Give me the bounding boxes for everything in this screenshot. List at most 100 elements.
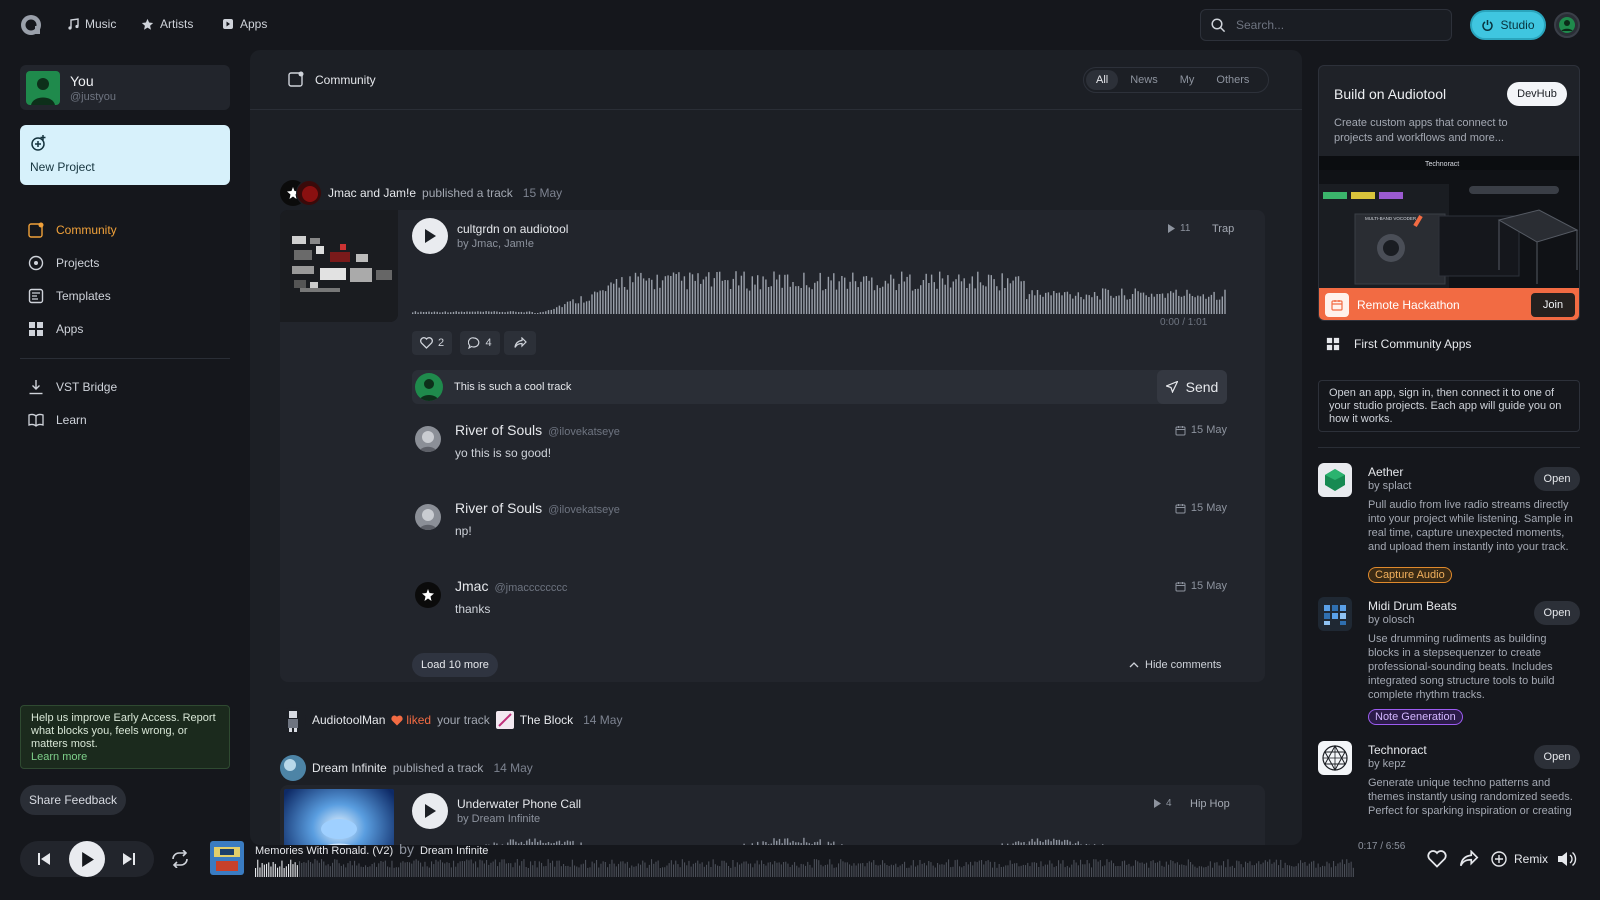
genre-tag[interactable]: Hip Hop (1190, 798, 1230, 810)
sidebar-item-templates[interactable]: Templates (28, 286, 111, 306)
liked-track-title[interactable]: The Block (520, 713, 573, 727)
waveform-bar (501, 859, 503, 877)
waveform-bar (903, 281, 906, 314)
now-playing-cover[interactable] (210, 841, 244, 875)
genre-tag[interactable]: Trap (1212, 223, 1234, 235)
track-thumb[interactable] (495, 711, 514, 729)
share-track-button[interactable] (1458, 848, 1480, 870)
waveform[interactable] (412, 837, 1227, 845)
waveform-bar (1163, 866, 1165, 877)
open-app-button[interactable]: Open (1534, 467, 1580, 491)
waveform-bar (855, 865, 857, 877)
player-waveform[interactable] (255, 859, 1410, 877)
comment-author[interactable]: River of Souls (455, 422, 542, 438)
track-artists[interactable]: by Dream Infinite (457, 813, 540, 825)
nav-apps[interactable]: Apps (222, 17, 267, 31)
waveform-bar (642, 860, 644, 877)
comment-handle: @ilovekatseye (548, 504, 620, 516)
waveform-bar (560, 866, 562, 877)
app-item-midi-drum-beats[interactable]: Midi Drum Beats by olosch Open Use drumm… (1318, 597, 1580, 727)
sidebar-item-community[interactable]: Community (28, 220, 117, 240)
volume-button[interactable] (1556, 849, 1578, 869)
waveform-bar (1033, 862, 1035, 877)
nav-music[interactable]: Music (67, 17, 116, 31)
waveform-bar (1216, 299, 1218, 314)
waveform-bar (926, 865, 928, 877)
previous-track-button[interactable] (36, 851, 52, 867)
open-app-button[interactable]: Open (1534, 745, 1580, 769)
track-cover[interactable] (284, 789, 394, 845)
nav-artists[interactable]: Artists (141, 17, 193, 31)
comment-author[interactable]: River of Souls (455, 500, 542, 516)
comment-author[interactable]: Jmac (455, 578, 488, 594)
waveform-bar (1143, 863, 1145, 877)
waveform-bar (607, 285, 609, 314)
app-item-technoract[interactable]: Technoract by kepz Open Generate unique … (1318, 741, 1580, 835)
next-track-button[interactable] (121, 851, 137, 867)
sidebar-item-learn[interactable]: Learn (28, 410, 87, 430)
load-more-button[interactable]: Load 10 more (412, 653, 498, 677)
devhub-button[interactable]: DevHub (1507, 82, 1567, 106)
share-button[interactable] (504, 331, 536, 355)
tab-my[interactable]: My (1170, 70, 1205, 90)
waveform-bar (569, 301, 571, 314)
waveform-bar (305, 862, 307, 877)
waveform-bar (893, 865, 895, 877)
like-button[interactable]: 2 (412, 331, 452, 355)
new-project-button[interactable]: New Project (20, 125, 230, 185)
waveform[interactable] (412, 262, 1227, 314)
studio-button[interactable]: Studio (1470, 10, 1546, 40)
hide-comments-button[interactable]: Hide comments (1129, 659, 1221, 671)
avatar[interactable] (280, 755, 306, 781)
tab-others[interactable]: Others (1206, 70, 1259, 90)
tab-all[interactable]: All (1086, 70, 1119, 90)
open-app-button[interactable]: Open (1534, 601, 1580, 625)
like-track-button[interactable] (1426, 848, 1448, 870)
play-pause-button[interactable] (69, 841, 105, 877)
avatar[interactable] (280, 707, 306, 733)
waveform-bar (1348, 862, 1350, 877)
join-button[interactable]: Join (1531, 293, 1575, 317)
search-bar[interactable] (1200, 9, 1452, 41)
waveform-bar (1085, 294, 1088, 314)
avatar[interactable] (280, 180, 322, 206)
share-feedback-button[interactable]: Share Feedback (20, 785, 126, 815)
comment-button[interactable]: 4 (460, 331, 500, 355)
track-title[interactable]: cultgrdn on audiotool (457, 222, 568, 236)
track-cover[interactable] (280, 210, 398, 322)
app-item-aether[interactable]: Aether by splact Open Pull audio from li… (1318, 463, 1580, 593)
post-authors[interactable]: Jmac and Jam!e (328, 186, 416, 200)
search-input[interactable] (1236, 18, 1436, 32)
play-button[interactable] (412, 218, 448, 254)
tab-news[interactable]: News (1120, 70, 1168, 90)
post-user[interactable]: Dream Infinite (312, 761, 387, 775)
comment-input[interactable] (454, 378, 1134, 396)
waveform-bar (301, 863, 303, 877)
remix-button[interactable]: Remix (1490, 850, 1548, 868)
sidebar-item-apps[interactable]: Apps (28, 319, 83, 339)
post-user[interactable]: AudiotoolMan (312, 713, 385, 727)
waveform-bar (800, 863, 802, 877)
avatar[interactable] (415, 582, 441, 608)
waveform-bar (602, 861, 604, 877)
now-playing-title[interactable]: Memories With Ronald. (V2) (255, 845, 393, 857)
avatar[interactable] (415, 504, 441, 530)
learn-more-link[interactable]: Learn more (31, 751, 87, 763)
play-button[interactable] (412, 793, 448, 829)
audiotool-logo-icon[interactable] (20, 14, 42, 36)
send-button[interactable]: Send (1157, 370, 1227, 404)
user-card[interactable]: You @justyou (20, 65, 230, 110)
now-playing-artist[interactable]: Dream Infinite (420, 845, 488, 857)
track-artists[interactable]: by Jmac, Jam!e (457, 238, 534, 250)
waveform-bar (1050, 295, 1052, 314)
sidebar-item-vst-bridge[interactable]: VST Bridge (28, 377, 117, 397)
repeat-button[interactable] (170, 849, 190, 869)
sidebar-item-projects[interactable]: Projects (28, 253, 99, 273)
avatar[interactable] (415, 426, 441, 452)
waveform-bar (504, 312, 506, 314)
waveform-bar (945, 862, 947, 877)
waveform-bar (735, 271, 737, 314)
waveform-bar (1016, 863, 1018, 877)
user-avatar[interactable] (1554, 12, 1580, 38)
track-title[interactable]: Underwater Phone Call (457, 797, 581, 811)
